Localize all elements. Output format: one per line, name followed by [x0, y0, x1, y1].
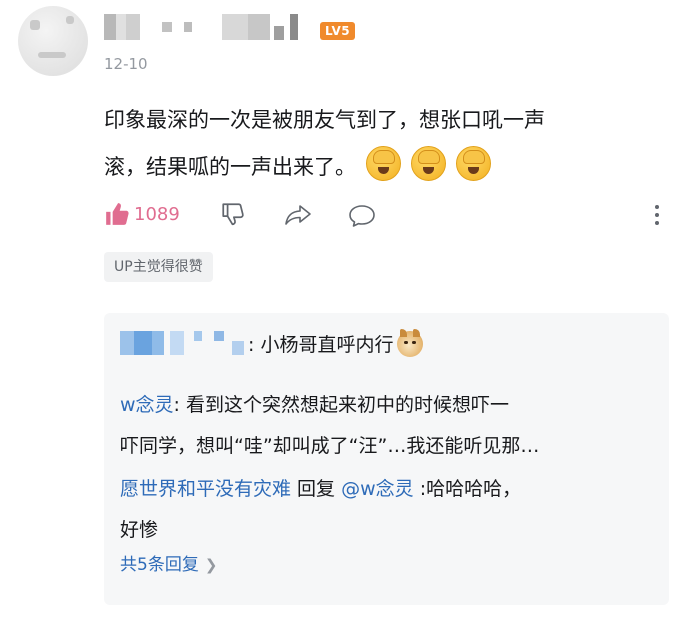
thumbs-up-icon [106, 203, 129, 225]
share-button[interactable] [284, 203, 312, 231]
comment-actions: 1089 [104, 198, 670, 234]
doge-emoji-icon [397, 329, 424, 357]
like-count: 1089 [134, 203, 180, 225]
facepalm-emoji-icon [366, 146, 401, 181]
reply-text: : 小杨哥直呼内行 [248, 334, 394, 356]
more-vertical-icon [655, 205, 659, 225]
reply-text-continued: 好惨 [120, 519, 159, 541]
comment-line-2-text: 滚，结果呱的一声出来了。 [104, 155, 356, 179]
reply-username-blurred[interactable] [120, 331, 248, 355]
reply-text: :哈哈哈哈， [413, 478, 522, 500]
reply-item[interactable]: : 小杨哥直呼内行 [120, 325, 655, 366]
reply-username[interactable]: w念灵 [120, 394, 174, 416]
reply-connector: 回复 [291, 478, 342, 500]
username-blurred[interactable] [104, 14, 316, 40]
up-liked-tag: UP主觉得很赞 [104, 252, 213, 282]
reply-mention[interactable]: @w念灵 [341, 478, 414, 500]
facepalm-emoji-icon [456, 146, 491, 181]
replies-panel: : 小杨哥直呼内行 w念灵: 看到这个突然想起来初中的时候想吓一 吓同学，想叫“… [104, 313, 669, 605]
reply-username[interactable]: 愿世界和平没有灾难 [120, 478, 291, 500]
chevron-right-icon: ❯ [204, 556, 218, 574]
reply-text: : 看到这个突然想起来初中的时候想吓一 [173, 394, 509, 416]
reply-item[interactable]: 愿世界和平没有灾难 回复 @w念灵 :哈哈哈哈， 好惨 [120, 469, 655, 551]
comment-line-1: 印象最深的一次是被朋友气到了，想张口吼一声 [104, 108, 545, 132]
reply-item[interactable]: w念灵: 看到这个突然想起来初中的时候想吓一 吓同学，想叫“哇”却叫成了“汪”…… [120, 385, 655, 467]
reply-icon [349, 205, 375, 227]
dislike-button[interactable] [220, 201, 246, 231]
level-badge: LV5 [320, 22, 356, 40]
reply-text-continued: 吓同学，想叫“哇”却叫成了“汪”…我还能听见那… [120, 435, 540, 457]
more-replies-label: 共5条回复 [120, 555, 199, 575]
comment-date: 12-10 [104, 55, 148, 73]
like-button[interactable]: 1089 [104, 201, 180, 227]
comment-page: LV5 12-10 印象最深的一次是被朋友气到了，想张口吼一声 滚，结果呱的一声… [0, 0, 690, 617]
avatar[interactable] [18, 6, 88, 76]
comment-line-2: 滚，结果呱的一声出来了。 [104, 144, 670, 191]
comment-text: 印象最深的一次是被朋友气到了，想张口吼一声 滚，结果呱的一声出来了。 [104, 97, 670, 191]
reply-button[interactable] [348, 203, 376, 233]
more-button[interactable] [652, 203, 662, 231]
share-icon [285, 205, 311, 225]
facepalm-emoji-icon [411, 146, 446, 181]
thumbs-down-icon [222, 203, 244, 226]
view-more-replies-link[interactable]: 共5条回复 ❯ [120, 553, 217, 577]
